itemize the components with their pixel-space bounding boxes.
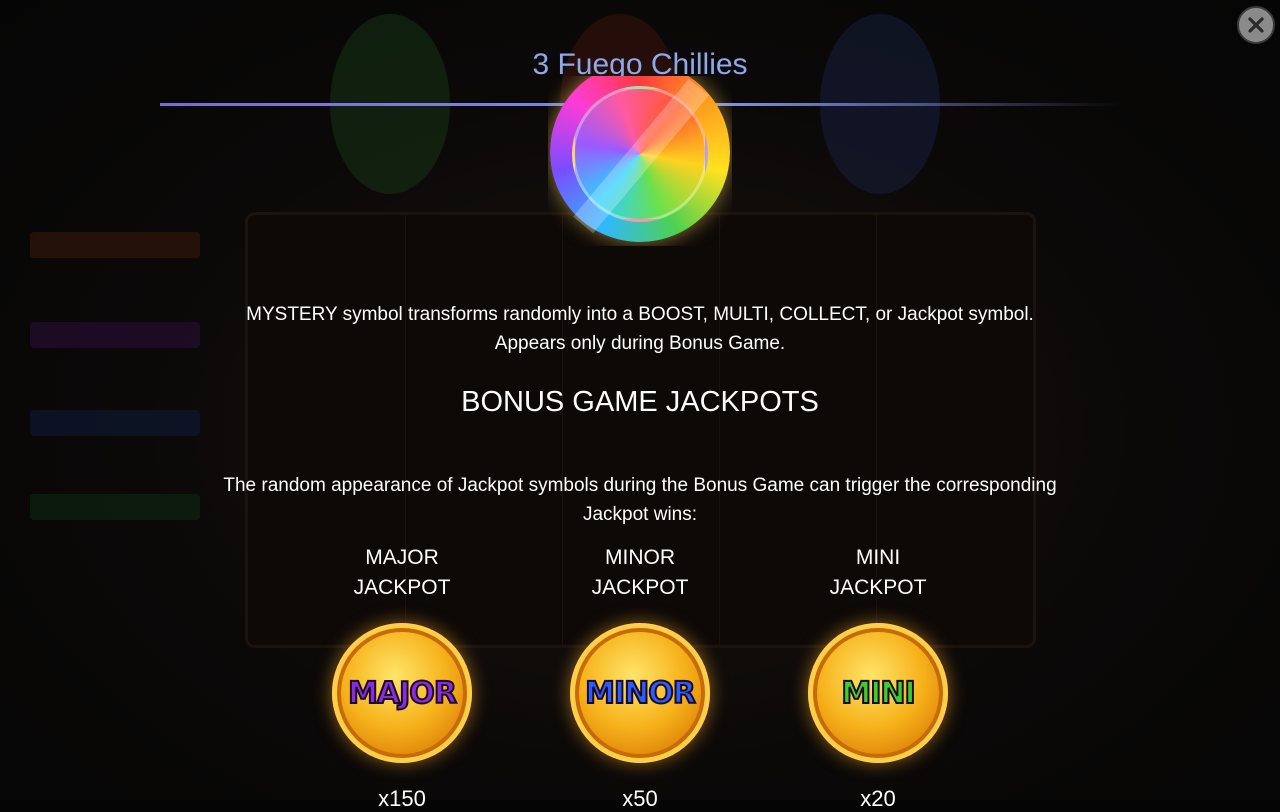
mystery-description: MYSTERY symbol transforms randomly into … — [0, 300, 1280, 358]
jackpot-label: MINOR — [605, 546, 675, 569]
jackpot-coin-icon: MINI — [808, 623, 948, 763]
close-button[interactable] — [1237, 6, 1275, 44]
mystery-description-line: Appears only during Bonus Game. — [494, 333, 786, 354]
bg-side-panel — [30, 232, 200, 258]
jackpot-coin-icon: MINOR — [570, 623, 710, 763]
close-icon — [1248, 17, 1264, 33]
jackpot-label: MAJOR — [365, 546, 439, 569]
mystery-description-line: MYSTERY symbol transforms randomly into … — [246, 304, 1034, 325]
jackpot-coin-text: MINI — [840, 675, 916, 712]
bonus-jackpots-description: The random appearance of Jackpot symbols… — [150, 471, 1130, 529]
jackpot-minor: MINOR JACKPOT MINOR x50 — [540, 543, 740, 811]
jackpot-label: MINI — [855, 546, 901, 569]
jackpot-major: MAJOR JACKPOT MAJOR x150 — [302, 543, 502, 811]
jackpot-label: JACKPOT — [353, 576, 451, 599]
jackpot-multiplier: x50 — [622, 786, 658, 811]
mystery-coin-icon — [548, 76, 732, 246]
jackpot-label: JACKPOT — [829, 576, 927, 599]
jackpot-multiplier: x20 — [860, 786, 896, 811]
jackpot-coin-icon: MAJOR — [332, 623, 472, 763]
bonus-description-line: The random appearance of Jackpot symbols… — [223, 475, 1057, 496]
jackpot-label: JACKPOT — [591, 576, 689, 599]
jackpot-coin-text: MINOR — [584, 675, 697, 712]
bonus-description-line: Jackpot wins: — [582, 504, 698, 525]
jackpot-coin-text: MAJOR — [347, 675, 458, 712]
bonus-jackpots-heading: BONUS GAME JACKPOTS — [461, 386, 819, 418]
jackpot-multiplier: x150 — [378, 786, 426, 811]
jackpot-mini: MINI JACKPOT MINI x20 — [778, 543, 978, 811]
